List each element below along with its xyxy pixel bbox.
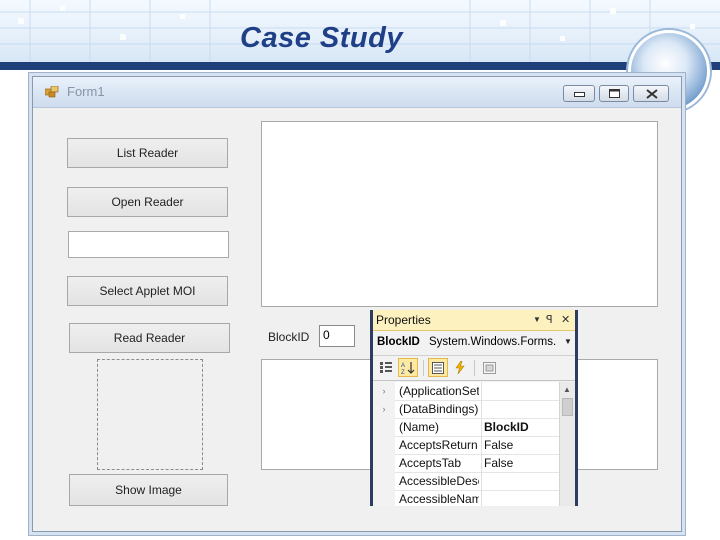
dropdown-arrow-icon[interactable]: ▼ [533,315,541,324]
svg-text:A: A [401,363,405,369]
properties-title: Properties [376,313,431,327]
property-pages-icon[interactable] [479,358,499,377]
scroll-thumb[interactable] [562,398,573,416]
selected-type: System.Windows.Forms. [429,336,557,348]
selected-object: BlockID [377,336,420,348]
properties-titlebar[interactable]: Properties ▼ ꟼ ✕ [373,310,575,331]
header-band [0,62,720,70]
window-title: Form1 [67,84,105,99]
reader-textbox[interactable] [68,231,229,258]
property-row[interactable]: (Name) BlockID [373,418,559,437]
chevron-down-icon: ▼ [564,337,572,346]
property-row[interactable]: AccessibleDesc [373,472,559,491]
properties-icon[interactable] [428,358,448,377]
properties-toolbar: AZ [373,355,575,381]
slide-header: Case Study [0,0,720,66]
properties-panel: Properties ▼ ꟼ ✕ BlockID System.Windows.… [370,310,578,506]
expand-chevron-icon[interactable]: › [373,382,395,400]
properties-scrollbar[interactable]: ▲ [559,382,575,506]
property-row[interactable]: AcceptsReturn False [373,436,559,455]
maximize-button[interactable] [599,85,629,102]
form-window: Form1 List Reader Open Reader Select App… [32,76,682,532]
toolbar-separator [423,360,424,376]
alphabetical-icon[interactable]: AZ [398,358,418,377]
svg-text:Z: Z [401,370,405,375]
close-button[interactable] [633,85,669,102]
open-reader-button[interactable]: Open Reader [67,187,228,217]
read-reader-button[interactable]: Read Reader [69,323,230,353]
events-icon[interactable] [450,358,470,377]
form-client-area: List Reader Open Reader Select Applet MO… [37,109,675,526]
property-row[interactable]: AccessibleNam [373,490,559,506]
minimize-button[interactable] [563,85,595,102]
object-selector[interactable]: BlockID System.Windows.Forms. ▼ [373,332,575,352]
property-row[interactable]: › (DataBindings) [373,400,559,419]
image-picturebox [97,359,203,470]
property-grid: › (ApplicationSet › (DataBindings) (Name… [373,382,575,506]
categorized-icon[interactable] [376,358,396,377]
pin-icon[interactable]: ꟼ [546,313,553,326]
close-icon[interactable]: ✕ [561,313,570,326]
property-row[interactable]: AcceptsTab False [373,454,559,473]
scroll-up-icon[interactable]: ▲ [563,385,571,394]
list-reader-button[interactable]: List Reader [67,138,228,168]
blockid-label: BlockID [268,330,310,344]
show-image-button[interactable]: Show Image [69,474,228,506]
blockid-input[interactable]: 0 [319,325,355,347]
window-titlebar[interactable]: Form1 [33,77,681,108]
select-applet-button[interactable]: Select Applet MOI [67,276,228,306]
expand-chevron-icon[interactable]: › [373,400,395,418]
slide-title: Case Study [240,22,403,54]
minimize-icon [574,92,585,97]
reader-list-box[interactable] [261,121,658,307]
maximize-icon [609,89,620,98]
toolbar-separator [474,360,475,376]
property-row[interactable]: › (ApplicationSet [373,382,559,401]
close-icon [646,89,658,99]
app-icon [45,86,59,98]
